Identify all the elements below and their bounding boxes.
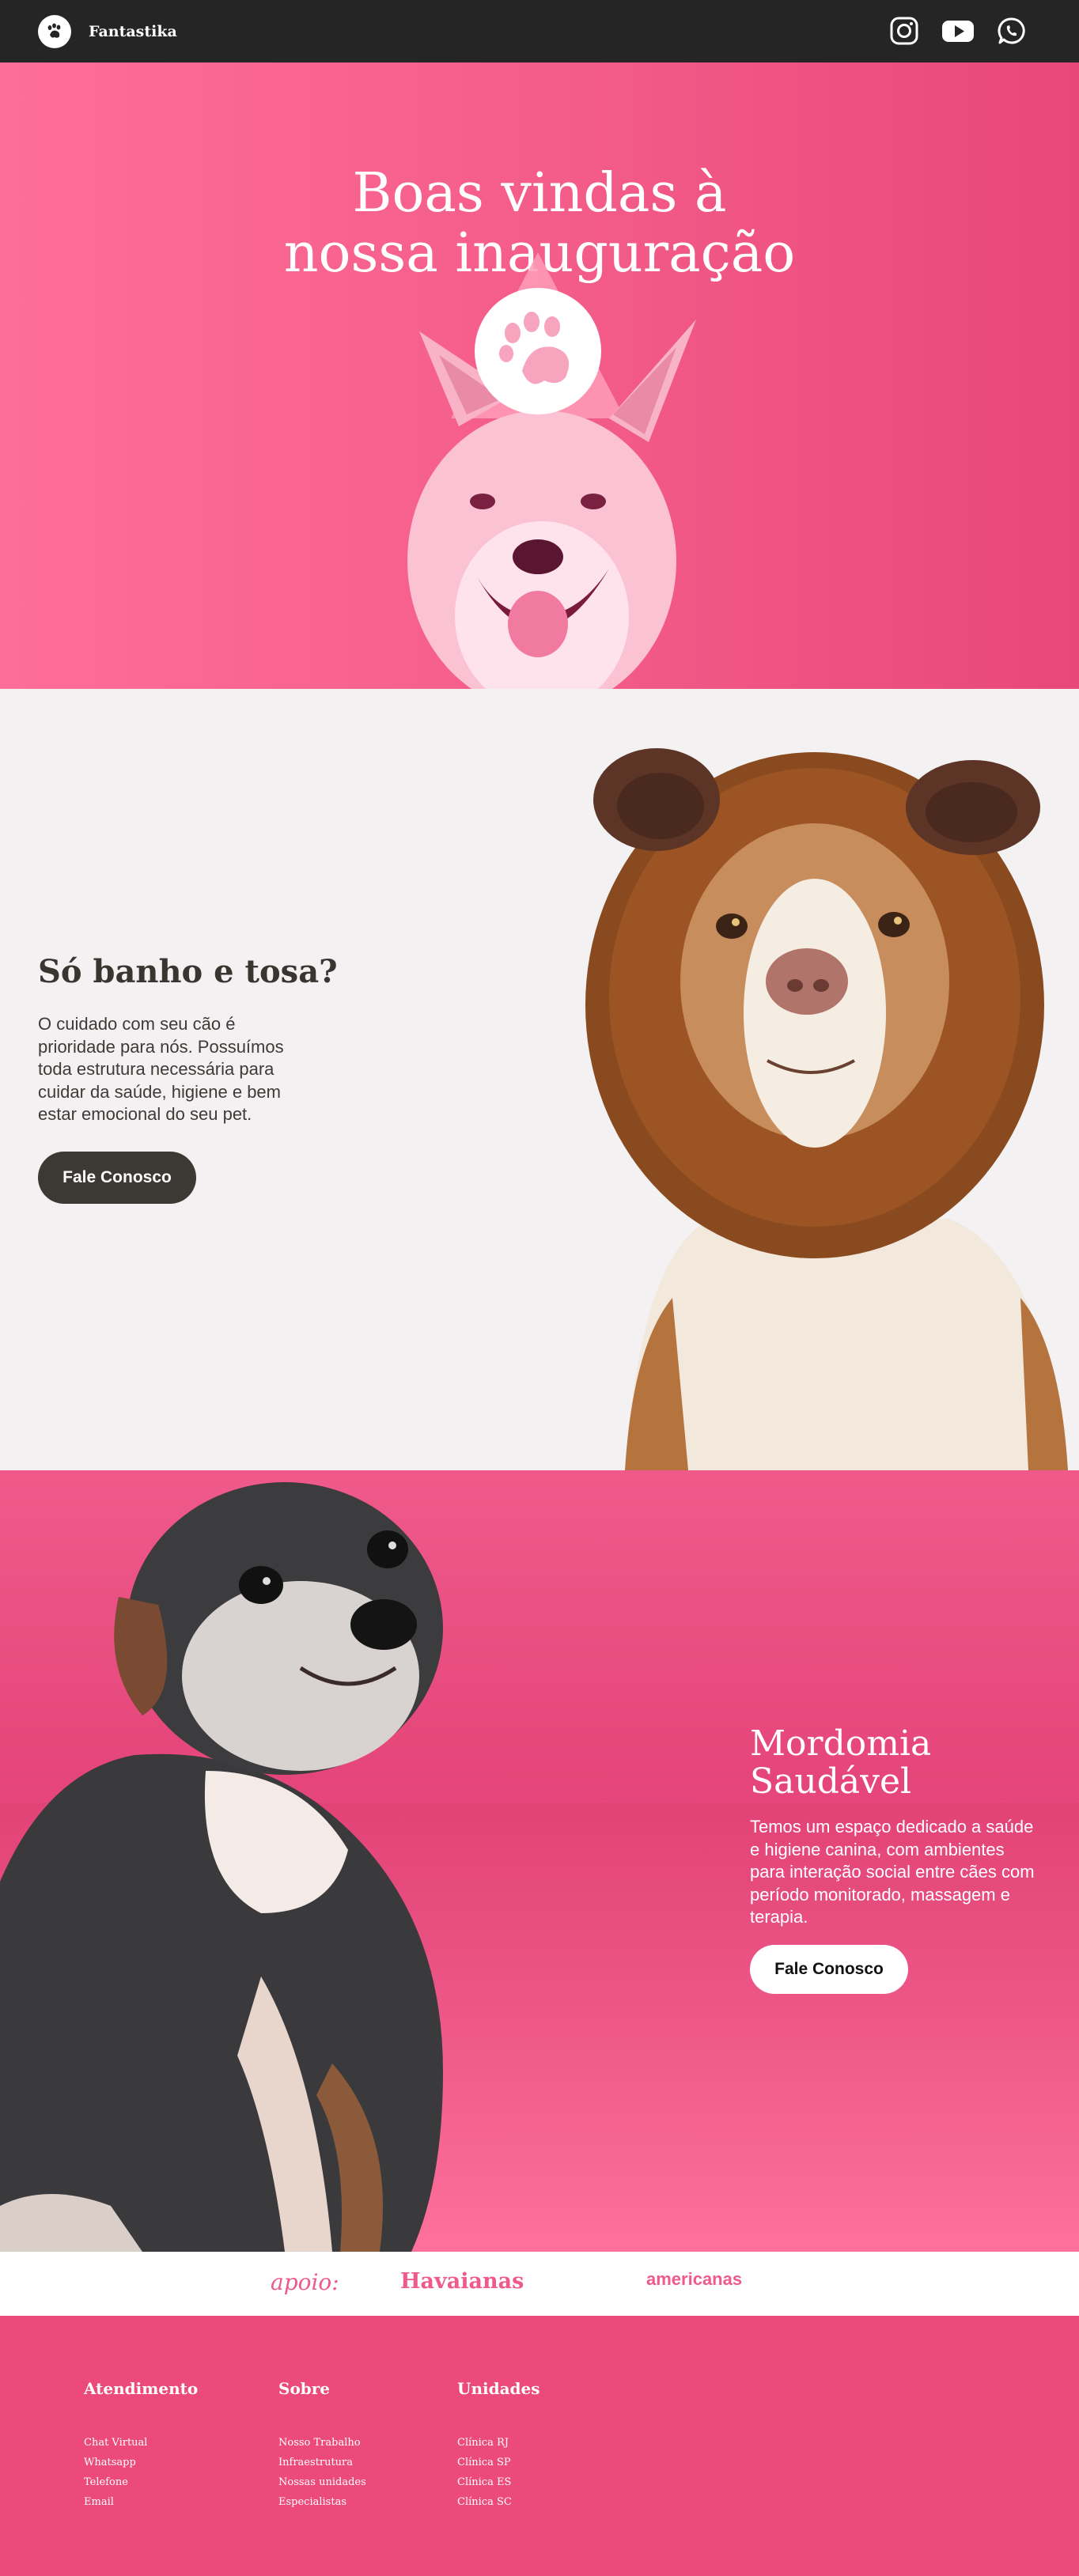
sponsors-bar: apoio: Havaianas americanas bbox=[0, 2252, 1079, 2316]
footer-link[interactable]: Whatsapp bbox=[84, 2453, 198, 2472]
footer-link[interactable]: Clínica SC bbox=[457, 2492, 540, 2512]
footer-link[interactable]: Nosso Trabalho bbox=[278, 2433, 366, 2453]
logo[interactable]: Fantastika bbox=[38, 15, 177, 48]
footer-column-title: Atendimento bbox=[84, 2379, 199, 2398]
footer-column-atendimento: Atendimento Chat Virtual Whatsapp Telefo… bbox=[84, 2379, 198, 2512]
footer-link[interactable]: Chat Virtual bbox=[84, 2433, 198, 2453]
bear-hat-dog-image bbox=[585, 748, 1068, 1470]
brand-name: Fantastika bbox=[89, 23, 177, 40]
wellness-section: Mordomia Saudável Temos um espaço dedica… bbox=[0, 1470, 1079, 2252]
instagram-icon[interactable] bbox=[889, 16, 919, 46]
footer-link[interactable]: Clínica ES bbox=[457, 2472, 540, 2492]
footer-link[interactable]: Nossas unidades bbox=[278, 2472, 366, 2492]
whatsapp-icon[interactable] bbox=[997, 16, 1027, 46]
footer-link[interactable]: Clínica SP bbox=[457, 2453, 540, 2472]
wellness-title: Mordomia Saudável bbox=[750, 1725, 931, 1801]
footer-link[interactable]: Clínica RJ bbox=[457, 2433, 540, 2453]
contact-button[interactable]: Fale Conosco bbox=[38, 1152, 196, 1204]
footer-link[interactable]: Infraestrutura bbox=[278, 2453, 366, 2472]
footer-link[interactable]: Telefone bbox=[84, 2472, 198, 2492]
wellness-title-line1: Mordomia bbox=[750, 1723, 932, 1764]
sponsor-americanas-logo[interactable]: americanas bbox=[646, 2269, 742, 2290]
chihuahua-image bbox=[0, 1482, 443, 2252]
sponsors-label: apoio: bbox=[271, 2269, 339, 2295]
site-footer: Atendimento Chat Virtual Whatsapp Telefo… bbox=[0, 2316, 1079, 2576]
hero-title-line1: Boas vindas à bbox=[352, 162, 727, 225]
sponsor-havaianas-logo[interactable]: Havaianas bbox=[400, 2269, 524, 2294]
paw-logo-icon bbox=[38, 15, 71, 48]
grooming-section: Só banho e tosa? O cuidado com seu cão é… bbox=[0, 689, 1079, 1470]
contact-button[interactable]: Fale Conosco bbox=[750, 1945, 908, 1994]
footer-link[interactable]: Email bbox=[84, 2492, 198, 2512]
wellness-title-line2: Saudável bbox=[750, 1761, 912, 1802]
grooming-title: Só banho e tosa? bbox=[38, 953, 338, 990]
social-links bbox=[889, 16, 1027, 46]
hero-section: Boas vindas à nossa inauguração bbox=[0, 62, 1079, 689]
grooming-text: O cuidado com seu cão é prioridade para … bbox=[38, 1014, 284, 1124]
footer-column-title: Unidades bbox=[457, 2379, 540, 2398]
footer-link[interactable]: Especialistas bbox=[278, 2492, 366, 2512]
footer-column-title: Sobre bbox=[278, 2379, 331, 2398]
footer-column-sobre: Sobre Nosso Trabalho Infraestrutura Noss… bbox=[278, 2379, 366, 2512]
youtube-icon[interactable] bbox=[941, 16, 975, 46]
wellness-text: Temos um espaço dedicado a saúde e higie… bbox=[750, 1817, 1035, 1927]
site-header: Fantastika bbox=[0, 0, 1079, 62]
party-dog-image bbox=[407, 252, 696, 689]
footer-column-unidades: Unidades Clínica RJ Clínica SP Clínica E… bbox=[457, 2379, 540, 2512]
